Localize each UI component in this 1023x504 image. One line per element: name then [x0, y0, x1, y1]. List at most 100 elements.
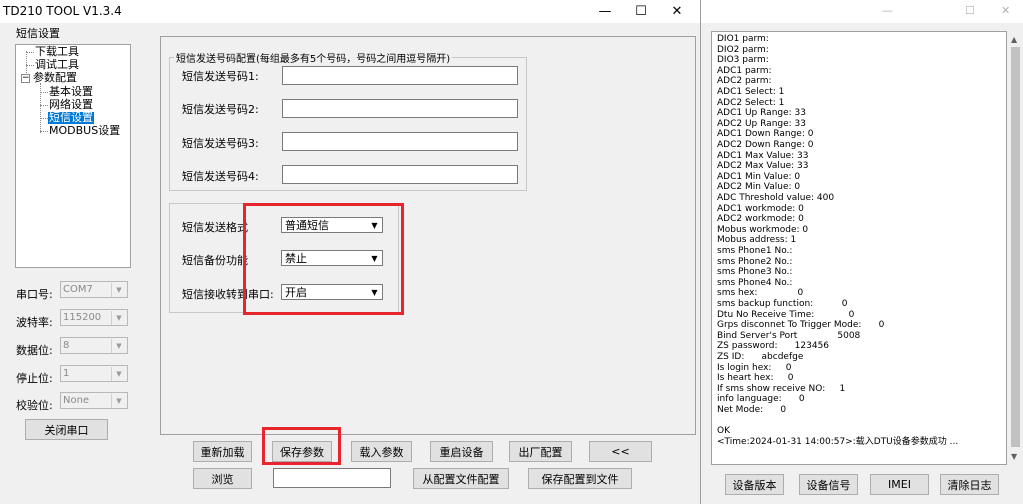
log-close-icon[interactable]: ✕	[1001, 4, 1010, 17]
baud-select[interactable]: 115200 ▼	[60, 309, 128, 326]
config-path-input[interactable]	[273, 468, 391, 488]
stopbits-value: 1	[63, 368, 70, 379]
tree-item-debug[interactable]: 调试工具	[35, 59, 79, 71]
from-config-file-button[interactable]: 从配置文件配置	[413, 468, 509, 489]
highlight-box-options	[243, 203, 404, 315]
log-window-titlebar: — ☐ ✕	[701, 0, 1023, 23]
log-line: DIO2 parm:	[717, 44, 769, 55]
port-select[interactable]: COM7 ▼	[60, 281, 128, 298]
reload-button[interactable]: 重新加载	[193, 441, 252, 462]
device-signal-button[interactable]: 设备信号	[799, 474, 858, 495]
parity-select[interactable]: None ▼	[60, 392, 128, 409]
phone3-label: 短信发送号码3:	[182, 137, 259, 150]
load-params-button[interactable]: 载入参数	[351, 441, 412, 462]
log-line: Bind Server's Port 5008	[717, 330, 861, 341]
tree-item-network[interactable]: 网络设置	[49, 99, 93, 111]
log-line: Is heart hex: 0	[717, 373, 794, 384]
log-line: ZS ID: abcdefge	[717, 352, 804, 362]
chevron-down-icon: ▼	[111, 311, 126, 325]
log-line: ADC1 Down Range: 0	[717, 129, 814, 140]
log-line: ADC Threshold value: 400	[717, 193, 835, 203]
log-maximize-icon[interactable]: ☐	[965, 4, 975, 17]
tree-connector	[40, 105, 48, 106]
nav-tree[interactable]: − 下载工具 调试工具 参数配置 基本设置 网络设置 短信设置 MODBUS设置	[15, 44, 131, 268]
phone1-input[interactable]	[282, 66, 518, 85]
collapse-toggle-icon[interactable]: −	[21, 74, 30, 83]
window-title: TD210 TOOL V1.3.4	[3, 4, 122, 18]
tree-connector	[40, 83, 41, 133]
log-line: Mobus workmode: 0	[717, 224, 809, 235]
parity-value: None	[63, 395, 90, 406]
highlight-box-save	[262, 427, 341, 465]
close-port-button[interactable]: 关闭串口	[25, 419, 108, 440]
log-line: <Time:2024-01-31 14:00:57>:载入DTU设备参数成功 .…	[717, 436, 959, 447]
log-line: sms Phone3 No.:	[717, 267, 793, 278]
log-minimize-icon[interactable]: —	[882, 4, 893, 17]
databits-label: 数据位:	[16, 344, 53, 357]
tree-connector	[26, 52, 34, 53]
log-line: ADC1 Select: 1	[717, 87, 785, 97]
log-line: ADC1 Up Range: 33	[717, 108, 806, 119]
maximize-icon[interactable]: ☐	[624, 0, 658, 23]
log-line: ADC2 Min Value: 0	[717, 182, 801, 193]
port-value: COM7	[63, 284, 93, 295]
log-line: sms Phone2 No.:	[717, 256, 793, 267]
tree-header: 短信设置	[16, 27, 60, 40]
log-line: Is login hex: 0	[717, 362, 792, 373]
clear-log-button[interactable]: 清除日志	[940, 474, 999, 495]
factory-reset-button[interactable]: 出厂配置	[509, 441, 572, 462]
log-line: ADC2 Up Range: 33	[717, 118, 806, 129]
log-line: Net Mode: 0	[717, 405, 787, 415]
save-config-to-file-button[interactable]: 保存配置到文件	[528, 468, 632, 489]
minimize-icon[interactable]: —	[588, 0, 622, 23]
device-version-button[interactable]: 设备版本	[725, 474, 784, 495]
port-label: 串口号:	[16, 288, 53, 301]
scroll-up-icon[interactable]: ▲	[1011, 35, 1017, 44]
scroll-down-icon[interactable]: ▼	[1011, 452, 1017, 461]
tree-item-basic[interactable]: 基本设置	[49, 86, 93, 98]
baud-value: 115200	[63, 312, 102, 323]
restart-button[interactable]: 重启设备	[430, 441, 493, 462]
log-line: Dtu No Receive Time: 0	[717, 309, 855, 320]
tree-connector	[40, 118, 48, 119]
tree-item-param-config[interactable]: 参数配置	[33, 72, 77, 84]
log-line: ADC1 workmode: 0	[717, 203, 804, 214]
tree-item-download[interactable]: 下载工具	[35, 46, 79, 58]
phone3-input[interactable]	[282, 132, 518, 151]
log-line: DIO3 parm:	[717, 55, 769, 66]
log-line: ADC2 Select: 1	[717, 97, 785, 108]
log-line: ADC1 Max Value: 33	[717, 150, 809, 161]
log-line: ADC2 Max Value: 33	[717, 161, 809, 172]
browse-button[interactable]: 浏览	[193, 468, 252, 489]
chevron-down-icon: ▼	[111, 367, 126, 381]
close-icon[interactable]: ✕	[660, 0, 694, 23]
scroll-thumb[interactable]	[1011, 47, 1020, 447]
databits-select[interactable]: 8 ▼	[60, 337, 128, 354]
phone4-input[interactable]	[282, 165, 518, 184]
log-line: ZS password: 123456	[717, 341, 830, 352]
phone-group-title: 短信发送号码配置(每组最多有5个号码，号码之间用逗号隔开)	[174, 50, 453, 65]
parity-label: 校验位:	[16, 399, 53, 412]
log-line: If sms show receive NO: 1	[717, 383, 846, 394]
log-output[interactable]: DIO1 parm: DIO2 parm: DIO3 parm: ADC1 parm:…	[711, 31, 1007, 465]
chevron-down-icon: ▼	[111, 339, 126, 353]
backup-label: 短信备份功能	[182, 254, 248, 267]
log-line: ADC2 parm:	[717, 76, 772, 87]
tree-connector	[40, 131, 48, 132]
collapse-button[interactable]: <<	[589, 441, 652, 462]
log-line: Mobus address: 1	[717, 235, 797, 246]
stopbits-select[interactable]: 1 ▼	[60, 365, 128, 382]
chevron-down-icon: ▼	[111, 283, 126, 297]
log-scrollbar[interactable]: ▲ ▼	[1007, 31, 1023, 465]
baud-label: 波特率:	[16, 316, 53, 329]
log-line: sms Phone4 No.:	[717, 277, 793, 288]
tree-item-modbus[interactable]: MODBUS设置	[49, 125, 120, 137]
phone2-input[interactable]	[282, 99, 518, 118]
log-line: DIO1 parm:	[717, 34, 769, 44]
imei-button[interactable]: IMEI	[870, 474, 929, 495]
log-line: sms Phone1 No.:	[717, 246, 793, 256]
tree-connector	[40, 92, 48, 93]
tree-item-sms[interactable]: 短信设置	[48, 112, 94, 124]
log-line: sms hex: 0	[717, 288, 804, 299]
log-line: OK	[717, 426, 730, 437]
